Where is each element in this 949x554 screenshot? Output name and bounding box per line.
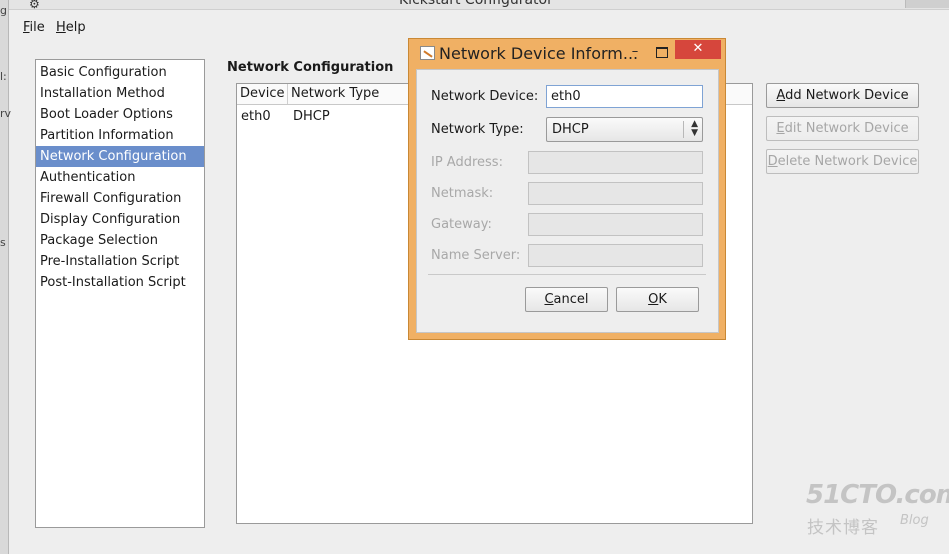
edit-network-device-button[interactable]: Edit Network Device [766,116,919,141]
maximize-icon[interactable] [653,44,669,60]
background-text-fragment: rv [0,107,12,120]
dialog-titlebar[interactable]: Network Device Inform... – ✕ [409,39,725,68]
name-server-input [528,244,703,267]
cell-network-type: DHCP [293,109,330,124]
menu-help-mnemonic: H [56,20,66,35]
sidebar-item-basic-configuration[interactable]: Basic Configuration [36,62,204,83]
edit-button-mnemonic: E [776,121,785,136]
cancel-button-label: ancel [553,292,589,307]
sidebar-item-pre-installation-script[interactable]: Pre-Installation Script [36,251,204,272]
sidebar-item-firewall-configuration[interactable]: Firewall Configuration [36,188,204,209]
menu-help-label: elp [65,20,86,35]
ok-button[interactable]: OK [616,287,699,312]
sidebar-item-partition-information[interactable]: Partition Information [36,125,204,146]
gateway-input [528,213,703,236]
netmask-label: Netmask: [431,186,494,201]
ok-button-mnemonic: O [648,292,659,307]
network-type-value: DHCP [552,122,589,137]
gateway-label: Gateway: [431,217,492,232]
dialog-separator [428,274,706,275]
watermark-subtitle: 技术博客 [807,518,879,538]
category-list: Basic Configuration Installation Method … [35,59,205,528]
delete-network-device-button[interactable]: Delete Network Device [766,149,919,174]
ok-button-label: K [658,292,667,307]
dialog-body: Network Device: Network Type: DHCP ▲▼ IP… [416,69,719,333]
cancel-button-mnemonic: C [544,292,554,307]
sidebar-item-post-installation-script[interactable]: Post-Installation Script [36,272,204,293]
ip-address-label: IP Address: [431,155,503,170]
window-controls[interactable] [905,0,949,8]
watermark-blog: Blog [900,513,929,528]
column-header-device[interactable]: Device [237,84,288,104]
section-title: Network Configuration [227,60,394,75]
background-text-fragment: s [0,236,6,249]
menubar: File Help [9,14,949,40]
add-button-label: dd Network Device [785,88,909,103]
menu-help[interactable]: Help [56,20,86,35]
delete-button-mnemonic: D [767,154,778,169]
dialog-title: Network Device Inform... [439,44,639,63]
cell-device: eth0 [241,109,271,124]
name-server-label: Name Server: [431,248,521,263]
netmask-input [528,182,703,205]
window-title: Kickstart Configurator [399,0,553,8]
chevron-up-down-icon: ▲ ▼ [691,119,698,138]
app-icon: ⚙ [29,0,40,10]
network-device-input[interactable] [546,85,703,108]
network-type-label: Network Type: [431,122,524,137]
add-network-device-button[interactable]: Add Network Device [766,83,919,108]
minimize-icon[interactable]: – [627,45,643,61]
delete-button-label: elete Network Device [777,154,918,169]
network-device-dialog: Network Device Inform... – ✕ Network Dev… [408,38,726,340]
sidebar-item-boot-loader-options[interactable]: Boot Loader Options [36,104,204,125]
background-text-fragment: l: [0,70,7,83]
network-device-label: Network Device: [431,89,539,104]
edit-button-label: dit Network Device [784,121,909,136]
ip-address-input [528,151,703,174]
sidebar-item-package-selection[interactable]: Package Selection [36,230,204,251]
watermark: 51CTO.com 技术博客 Blog [806,480,949,540]
cancel-button[interactable]: Cancel [525,287,608,312]
menu-file-label: ile [29,20,45,35]
select-divider [683,121,684,138]
watermark-logo: 51CTO.com [806,480,949,510]
background-window-edge: g l: rv s [0,0,12,554]
menu-file[interactable]: File [23,20,45,35]
sidebar-item-network-configuration[interactable]: Network Configuration [36,146,204,167]
sidebar-item-authentication[interactable]: Authentication [36,167,204,188]
sidebar-item-display-configuration[interactable]: Display Configuration [36,209,204,230]
network-type-select[interactable]: DHCP ▲ ▼ [546,117,703,142]
window-titlebar: ⚙ Kickstart Configurator [9,0,949,10]
add-button-mnemonic: A [776,88,786,103]
close-icon[interactable]: ✕ [675,40,721,59]
window-icon [420,46,435,60]
sidebar-item-installation-method[interactable]: Installation Method [36,83,204,104]
background-text-fragment: g [0,4,7,17]
